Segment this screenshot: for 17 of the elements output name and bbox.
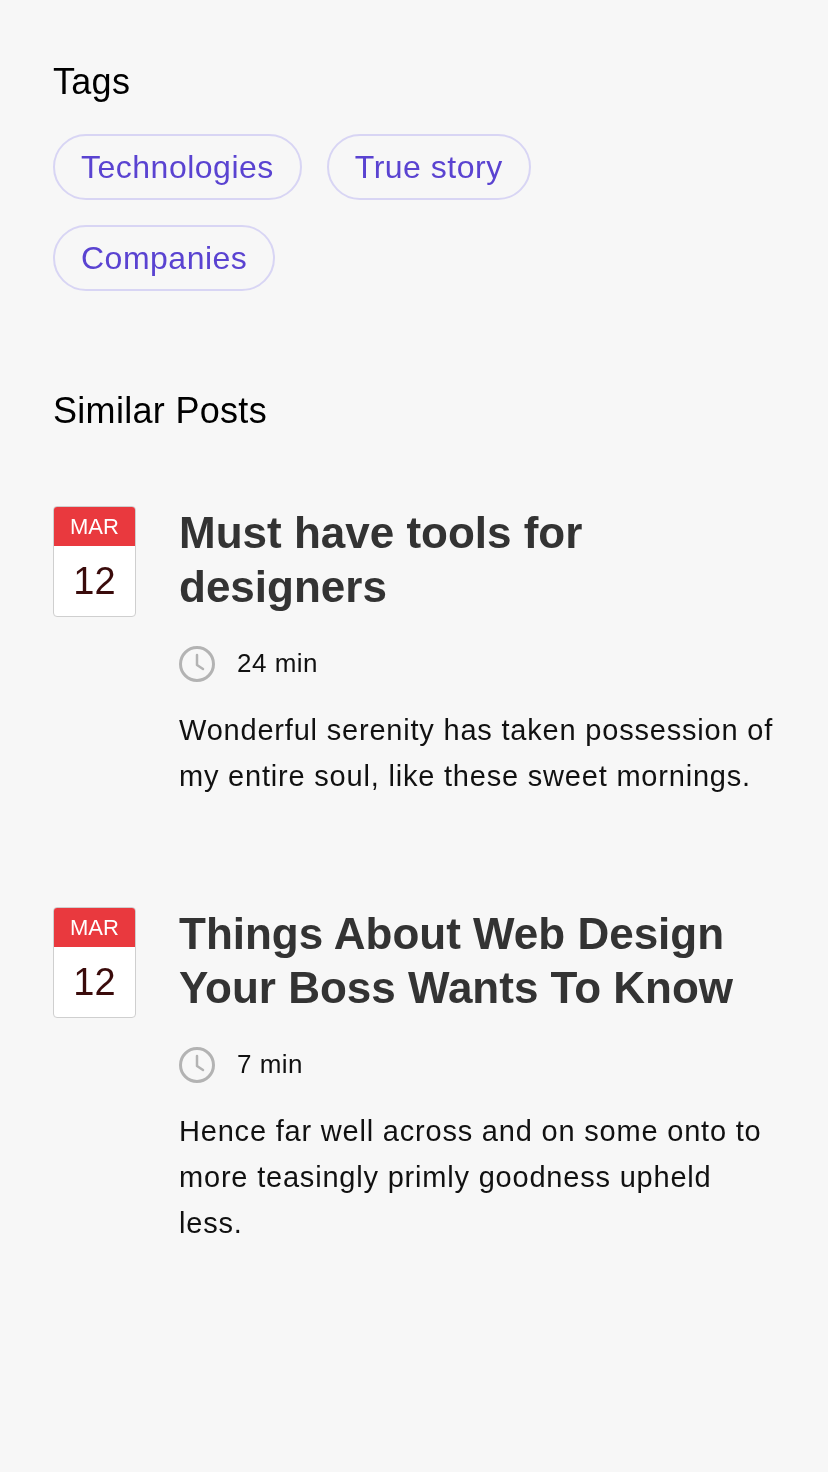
tag-link[interactable]: Companies <box>53 225 276 291</box>
month-label: MAR <box>54 908 135 947</box>
month-label: MAR <box>54 507 135 546</box>
clock-icon <box>179 1046 215 1083</box>
post-excerpt: Wonderful serenity has taken possession of my entire soul, like these sweet mornings. <box>179 713 775 794</box>
read-time: 24 min <box>237 647 319 680</box>
clock-icon <box>179 645 215 682</box>
post-excerpt: Hence far well across and on some onto to more teasingly primly goodness upheld less. <box>179 1114 763 1241</box>
section-heading: Tags <box>53 62 131 102</box>
tag-link[interactable]: True story <box>326 134 531 200</box>
read-time: 7 min <box>237 1048 304 1081</box>
day-number: 12 <box>72 558 117 604</box>
tag-link[interactable]: Technologies <box>53 134 302 200</box>
section-heading: Similar Posts <box>53 391 268 431</box>
post-title-link[interactable]: Must have tools for designers <box>179 506 775 614</box>
day-number: 12 <box>72 959 117 1005</box>
post-title-link[interactable]: Things About Web Design Your Boss Wants To Know <box>179 907 775 1015</box>
